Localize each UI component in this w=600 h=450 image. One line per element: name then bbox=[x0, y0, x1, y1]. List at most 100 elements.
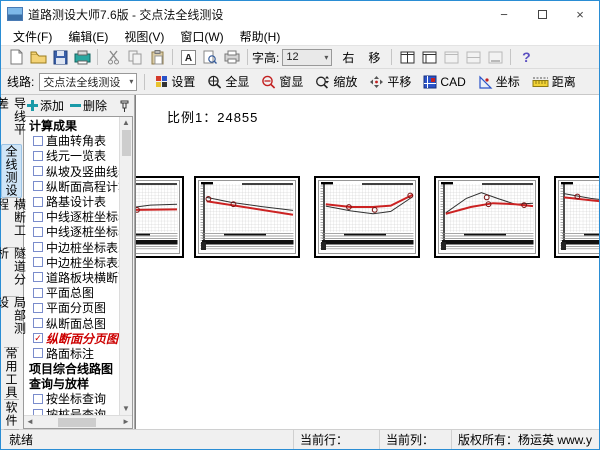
tab-tunnel-analysis[interactable]: 隧道分析 bbox=[1, 247, 22, 296]
paste-icon[interactable] bbox=[147, 47, 167, 67]
help-icon[interactable]: ? bbox=[516, 47, 536, 67]
horizontal-scrollbar[interactable]: ◄ ► bbox=[24, 415, 132, 428]
tab-traverse-adjustment[interactable]: 导线平差 bbox=[1, 97, 22, 144]
tree-group-header[interactable]: 项目综合线路图 bbox=[27, 361, 119, 376]
cad-button[interactable]: CAD bbox=[417, 71, 471, 93]
tree-item[interactable]: 纵断面高程计算表 bbox=[27, 179, 119, 194]
scroll-thumb[interactable] bbox=[122, 130, 131, 156]
close-button[interactable]: × bbox=[561, 1, 599, 27]
copy-icon[interactable] bbox=[125, 47, 145, 67]
checkbox[interactable] bbox=[33, 197, 43, 207]
menu-window[interactable]: 窗口(W) bbox=[172, 28, 231, 45]
status-current-col: 当前列： bbox=[379, 430, 451, 449]
menu-help[interactable]: 帮助(H) bbox=[232, 28, 289, 45]
tree-item[interactable]: ✓纵断面分页图 bbox=[27, 331, 119, 346]
profile-thumbnail[interactable] bbox=[194, 176, 300, 258]
print-preview-icon[interactable] bbox=[200, 47, 220, 67]
scroll-right-icon[interactable]: ► bbox=[120, 416, 132, 428]
checkbox[interactable] bbox=[33, 348, 43, 358]
tree-item[interactable]: 纵坡及竖曲线表 bbox=[27, 164, 119, 179]
shift-move-button[interactable]: 移 bbox=[362, 47, 386, 67]
tree-group-header[interactable]: 计算成果 bbox=[27, 118, 119, 133]
tab-software[interactable]: 软件 bbox=[1, 399, 22, 429]
open-file-icon[interactable] bbox=[28, 47, 48, 67]
window-arrange-icon[interactable] bbox=[441, 47, 461, 67]
window-title: 道路测设大师7.6版 - 交点法全线测设 bbox=[28, 6, 223, 23]
checkbox[interactable] bbox=[33, 288, 43, 298]
checkbox[interactable]: ✓ bbox=[33, 333, 43, 343]
tree-item[interactable]: 按坐标查询 bbox=[27, 391, 119, 406]
checkbox[interactable] bbox=[33, 272, 43, 282]
menu-view[interactable]: 视图(V) bbox=[116, 28, 172, 45]
cut-icon[interactable] bbox=[103, 47, 123, 67]
profile-thumbnail[interactable] bbox=[554, 176, 599, 258]
save-icon[interactable] bbox=[50, 47, 70, 67]
tree-item[interactable]: 路基设计表 bbox=[27, 194, 119, 209]
tab-full-line-survey[interactable]: 全线测设 bbox=[1, 144, 22, 198]
profile-thumbnail[interactable] bbox=[314, 176, 420, 258]
checkbox[interactable] bbox=[33, 151, 43, 161]
tab-cross-section-works[interactable]: 横断工程 bbox=[1, 198, 22, 247]
checkbox[interactable] bbox=[33, 136, 43, 146]
tab-local-survey[interactable]: 局部测设 bbox=[1, 296, 22, 347]
pan-button[interactable]: 平移 bbox=[363, 71, 417, 93]
checkbox[interactable] bbox=[33, 242, 43, 252]
add-button[interactable]: 添加 bbox=[25, 97, 66, 114]
pin-button[interactable] bbox=[118, 100, 131, 112]
shift-right-button[interactable]: 右 bbox=[336, 47, 360, 67]
scroll-up-icon[interactable]: ▲ bbox=[120, 117, 132, 129]
scroll-thumb[interactable] bbox=[58, 418, 96, 427]
font-height-combobox[interactable]: 12 ▾ bbox=[282, 49, 332, 66]
maximize-button[interactable] bbox=[523, 1, 561, 27]
coordinate-button[interactable]: 坐标 bbox=[472, 71, 526, 93]
zoom-all-button[interactable]: 全显 bbox=[201, 71, 255, 93]
tree-item[interactable]: 中边桩坐标表2 bbox=[27, 255, 119, 270]
checkbox[interactable] bbox=[33, 227, 43, 237]
tree-item[interactable]: 中线逐桩坐标表1 bbox=[27, 209, 119, 224]
zoom-window-button[interactable]: 窗显 bbox=[255, 71, 309, 93]
menu-edit[interactable]: 编辑(E) bbox=[60, 28, 116, 45]
profile-thumbnail[interactable] bbox=[434, 176, 540, 258]
route-combobox[interactable]: 交点法全线测设 ▾ bbox=[39, 73, 137, 91]
window-minimize-all-icon[interactable] bbox=[485, 47, 505, 67]
tree-item[interactable]: 按桩号查询 bbox=[27, 407, 119, 415]
print-icon[interactable] bbox=[222, 47, 242, 67]
tree-item[interactable]: 平面分页图 bbox=[27, 300, 119, 315]
window-cascade-icon[interactable] bbox=[419, 47, 439, 67]
tree-item[interactable]: 中线逐桩坐标表2 bbox=[27, 224, 119, 239]
zoom-scale-button[interactable]: 缩放 bbox=[309, 71, 363, 93]
tree-item[interactable]: 平面总图 bbox=[27, 285, 119, 300]
window-split-icon[interactable] bbox=[463, 47, 483, 67]
vertical-scrollbar[interactable]: ▲ ▼ bbox=[119, 117, 132, 415]
tree-item[interactable]: 路面标注 bbox=[27, 346, 119, 361]
scroll-left-icon[interactable]: ◄ bbox=[24, 416, 36, 428]
checkbox[interactable] bbox=[33, 166, 43, 176]
checkbox[interactable] bbox=[33, 303, 43, 313]
minimize-button[interactable]: − bbox=[485, 1, 523, 27]
scroll-down-icon[interactable]: ▼ bbox=[120, 403, 132, 415]
window-tile-icon[interactable] bbox=[397, 47, 417, 67]
tab-common-tools[interactable]: 常用工具 bbox=[1, 347, 22, 399]
settings-button[interactable]: 设置 bbox=[149, 71, 201, 93]
new-file-icon[interactable] bbox=[6, 47, 26, 67]
delete-button[interactable]: 删除 bbox=[68, 97, 109, 114]
checkbox[interactable] bbox=[33, 212, 43, 222]
checkbox[interactable] bbox=[33, 257, 43, 267]
distance-button[interactable]: 距离 bbox=[526, 71, 582, 93]
tree-item[interactable]: 直曲转角表 bbox=[27, 133, 119, 148]
checkbox[interactable] bbox=[33, 394, 43, 404]
drawing-canvas[interactable]: 比例1：24855 bbox=[135, 95, 599, 429]
tree-item[interactable]: 中边桩坐标表1 bbox=[27, 240, 119, 255]
profile-thumbnail[interactable] bbox=[135, 176, 184, 258]
tree-item[interactable]: 线元一览表 bbox=[27, 148, 119, 163]
checkbox[interactable] bbox=[33, 318, 43, 328]
tree-item-label: 直曲转角表 bbox=[46, 133, 106, 148]
checkbox[interactable] bbox=[33, 181, 43, 191]
menu-file[interactable]: 文件(F) bbox=[5, 28, 60, 45]
tree-item[interactable]: 道路板块横断面 bbox=[27, 270, 119, 285]
tree-item[interactable]: 纵断面总图 bbox=[27, 315, 119, 330]
font-style-icon[interactable]: A bbox=[178, 47, 198, 67]
tree-group-header[interactable]: 查询与放样 bbox=[27, 376, 119, 391]
plot-device-icon[interactable] bbox=[72, 47, 92, 67]
view-toolbar: 线路: 交点法全线测设 ▾ 设置 全显 窗显 缩放 平移 CAD 坐标 bbox=[1, 69, 599, 95]
